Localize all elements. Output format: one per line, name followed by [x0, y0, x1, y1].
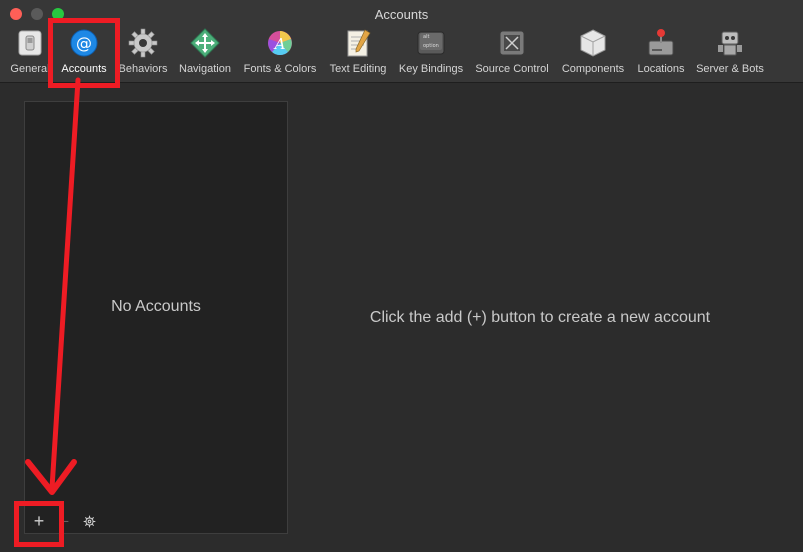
- accounts-list[interactable]: No Accounts + −: [24, 101, 288, 534]
- empty-list-label: No Accounts: [111, 298, 201, 315]
- account-actions-button[interactable]: [79, 509, 99, 533]
- window-title: Accounts: [374, 7, 429, 22]
- tab-label: Fonts & Colors: [243, 63, 317, 75]
- add-account-button[interactable]: +: [27, 509, 51, 533]
- accounts-content: No Accounts + − Click the add (+) button…: [0, 83, 803, 552]
- hard-drive-icon: [648, 29, 674, 56]
- tab-label: Source Control: [475, 63, 549, 75]
- color-wheel-icon: A: [268, 31, 292, 56]
- svg-text:alt: alt: [423, 34, 429, 40]
- svg-text:option: option: [423, 43, 439, 49]
- tab-accounts[interactable]: @ Accounts: [58, 24, 110, 78]
- tab-fonts-colors[interactable]: A Fonts & Colors: [242, 24, 318, 78]
- remove-account-button[interactable]: −: [57, 509, 73, 533]
- components-box-icon: [580, 29, 606, 57]
- tab-label: Text Editing: [329, 63, 387, 75]
- gear-icon: [128, 28, 158, 58]
- robot-icon: [718, 31, 742, 56]
- tab-behaviors[interactable]: Behaviors: [118, 24, 168, 78]
- source-control-icon: [499, 30, 525, 56]
- tab-label: Components: [561, 63, 625, 75]
- tab-navigation[interactable]: Navigation: [178, 24, 232, 78]
- tab-text-editing[interactable]: Text Editing: [328, 24, 388, 78]
- general-switch-icon: [18, 30, 42, 56]
- tab-server-bots[interactable]: Server & Bots: [696, 24, 764, 78]
- tab-label: Key Bindings: [398, 63, 464, 75]
- notepad-icon: [347, 29, 371, 57]
- tab-source-control[interactable]: Source Control: [474, 24, 550, 78]
- titlebar: Accounts General @ Accounts Behaviors Na…: [0, 0, 803, 83]
- svg-text:A: A: [273, 35, 286, 53]
- preferences-window: Accounts General @ Accounts Behaviors Na…: [0, 0, 803, 552]
- tab-key-bindings[interactable]: alt option Key Bindings: [398, 24, 464, 78]
- list-footer: + −: [25, 509, 287, 533]
- add-account-hint: Click the add (+) button to create a new…: [369, 309, 711, 326]
- option-key-icon: alt option: [417, 31, 445, 55]
- tab-label: Navigation: [179, 63, 231, 75]
- arrows-icon: [190, 28, 220, 58]
- at-sign-icon: @: [70, 29, 98, 57]
- gear-icon: [83, 515, 95, 528]
- tab-components[interactable]: Components: [560, 24, 626, 78]
- tab-locations[interactable]: Locations: [636, 24, 686, 78]
- tab-label: Server & Bots: [696, 63, 764, 75]
- svg-text:@: @: [76, 34, 92, 53]
- preferences-toolbar: General @ Accounts Behaviors Navigation …: [0, 24, 803, 78]
- tab-general[interactable]: General: [10, 24, 50, 78]
